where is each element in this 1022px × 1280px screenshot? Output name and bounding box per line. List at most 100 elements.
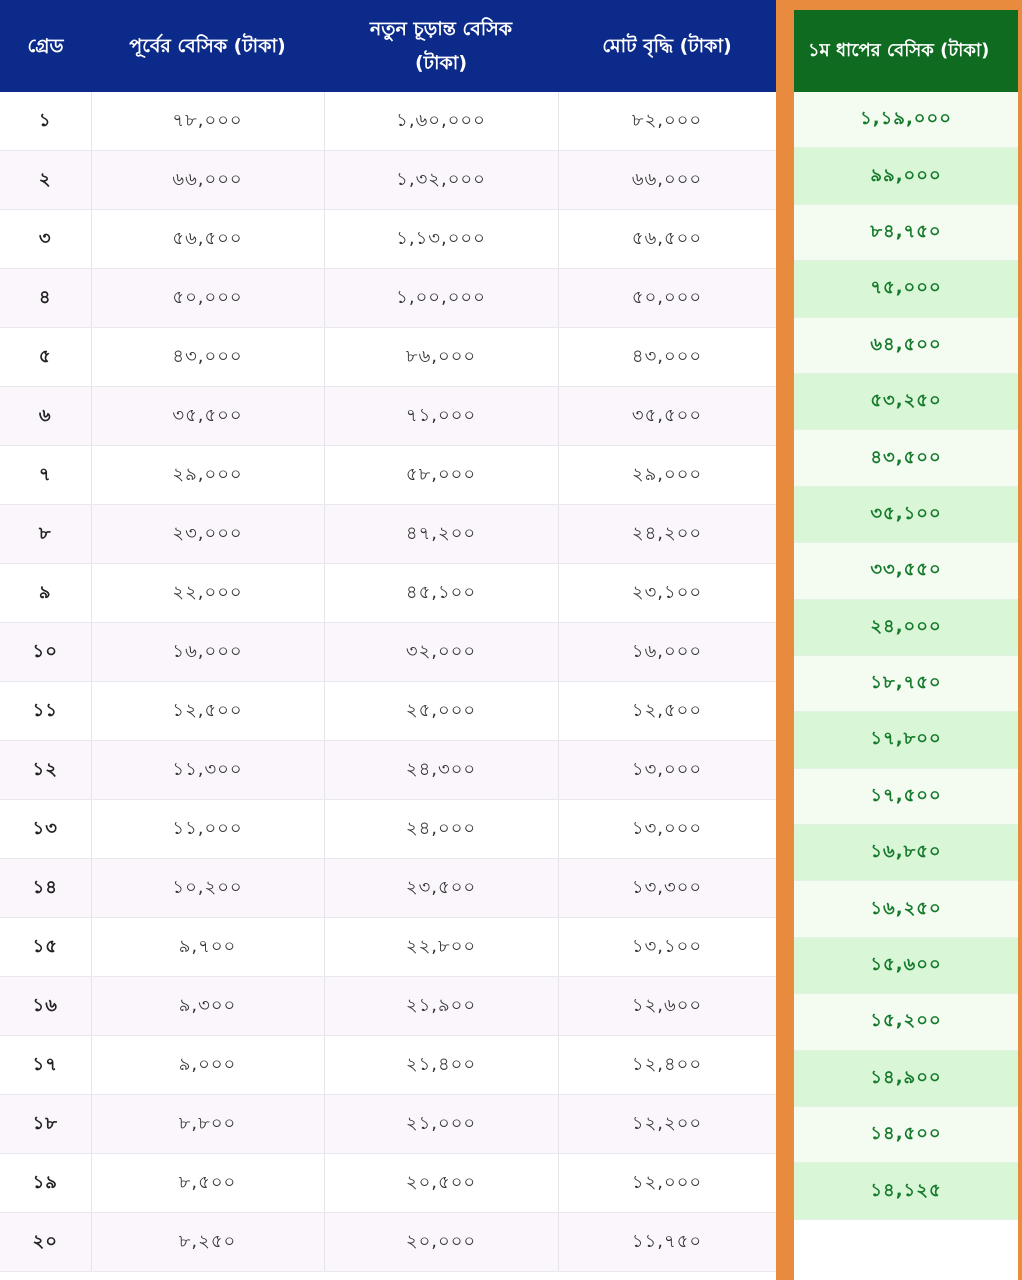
cell-first-phase-basic: ১,১৯,০০০ <box>794 92 1018 149</box>
cell-first-phase-basic: ৯৯,০০০ <box>794 148 1018 205</box>
table-row: ৪ ৫০,০০০ ১,০০,০০০ ৫০,০০০ <box>0 268 777 328</box>
cell-new-final-basic: ৩২,০০০ <box>324 622 559 682</box>
cell-grade: ১১ <box>0 681 92 741</box>
cell-new-final-basic: ৪৭,২০০ <box>324 504 559 564</box>
cell-previous-basic: ৪৩,০০০ <box>91 327 325 387</box>
header-previous-basic: পূর্বের বেসিক (টাকা) <box>91 0 324 92</box>
cell-total-increase: ১৩,১০০ <box>558 917 777 977</box>
cell-new-final-basic: ২২,৮০০ <box>324 917 559 977</box>
cell-first-phase-basic: ৮৪,৭৫০ <box>794 204 1018 262</box>
cell-previous-basic: ৩৫,৫০০ <box>91 386 325 446</box>
table-body: ১ ৭৮,০০০ ১,৬০,০০০ ৮২,০০০ ২ ৬৬,০০০ ১,৩২,০০০ ৬৬,০… <box>0 92 777 1272</box>
cell-first-phase-basic: ১৪,৯০০ <box>794 1050 1018 1108</box>
cell-grade: ৩ <box>0 209 92 269</box>
table-row: ১৮ ৮,৮০০ ২১,০০০ ১২,২০০ <box>0 1094 777 1154</box>
header-new-final-basic: নতুন চূড়ান্ত বেসিক (টাকা) <box>324 0 558 92</box>
cell-grade: ১২ <box>0 740 92 800</box>
cell-first-phase-basic: ৬৪,৫০০ <box>794 317 1018 374</box>
table-row: ১ ৭৮,০০০ ১,৬০,০০০ ৮২,০০০ <box>0 92 777 151</box>
cell-total-increase: ১২,৫০০ <box>558 681 777 741</box>
cell-first-phase-basic: ৩৩,৫৫০ <box>794 543 1018 600</box>
table-row: ১৯ ৮,৫০০ ২০,৫০০ ১২,০০০ <box>0 1153 777 1213</box>
cell-new-final-basic: ১,৬০,০০০ <box>324 92 559 151</box>
cell-grade: ১৭ <box>0 1035 92 1095</box>
cell-new-final-basic: ৫৮,০০০ <box>324 445 559 505</box>
cell-previous-basic: ১০,২০০ <box>91 858 325 918</box>
cell-total-increase: ১২,৬০০ <box>558 976 777 1036</box>
table-row: ১৫ ৯,৭০০ ২২,৮০০ ১৩,১০০ <box>0 917 777 977</box>
cell-new-final-basic: ২৫,০০০ <box>324 681 559 741</box>
cell-total-increase: ১৩,৩০০ <box>558 858 777 918</box>
cell-new-final-basic: ২০,৫০০ <box>324 1153 559 1213</box>
table-row: ১২ ১১,৩০০ ২৪,৩০০ ১৩,০০০ <box>0 740 777 800</box>
cell-total-increase: ২৩,১০০ <box>558 563 777 623</box>
header-new-final-basic-line2: (টাকা) <box>414 52 468 74</box>
cell-first-phase-basic: ৩৫,১০০ <box>794 486 1018 544</box>
cell-new-final-basic: ৭১,০০০ <box>324 386 559 446</box>
cell-first-phase-basic: ১৭,৮০০ <box>794 712 1018 769</box>
cell-previous-basic: ২৩,০০০ <box>91 504 325 564</box>
cell-previous-basic: ৫০,০০০ <box>91 268 325 328</box>
cell-grade: ৯ <box>0 563 92 623</box>
cell-total-increase: ৩৫,৫০০ <box>558 386 777 446</box>
cell-grade: ১৪ <box>0 858 92 918</box>
cell-previous-basic: ২৯,০০০ <box>91 445 325 505</box>
table-row: ১৬ ৯,৩০০ ২১,৯০০ ১২,৬০০ <box>0 976 777 1036</box>
cell-total-increase: ১৩,০০০ <box>558 799 777 859</box>
cell-grade: ৪ <box>0 268 92 328</box>
cell-first-phase-basic: ১৬,৮৫০ <box>794 825 1018 882</box>
cell-total-increase: ৮২,০০০ <box>558 92 777 151</box>
cell-previous-basic: ১১,০০০ <box>91 799 325 859</box>
cell-total-increase: ৬৬,০০০ <box>558 150 777 210</box>
cell-previous-basic: ৮,২৫০ <box>91 1212 325 1272</box>
cell-previous-basic: ৭৮,০০০ <box>91 92 325 151</box>
cell-grade: ৮ <box>0 504 92 564</box>
cell-previous-basic: ৫৬,৫০০ <box>91 209 325 269</box>
cell-grade: ২০ <box>0 1212 92 1272</box>
cell-total-increase: ১২,০০০ <box>558 1153 777 1213</box>
cell-first-phase-basic: ১৭,৫০০ <box>794 768 1018 826</box>
cell-previous-basic: ৮,৫০০ <box>91 1153 325 1213</box>
first-phase-column: ১ম ধাপের বেসিক (টাকা) ১,১৯,০০০ ৯৯,০০০ ৮৪,৭… <box>794 10 1018 1280</box>
table-row: ২০ ৮,২৫০ ২০,০০০ ১১,৭৫০ <box>0 1212 777 1272</box>
cell-grade: ১৫ <box>0 917 92 977</box>
cell-grade: ১৯ <box>0 1153 92 1213</box>
table-row: ১১ ১২,৫০০ ২৫,০০০ ১২,৫০০ <box>0 681 777 741</box>
cell-grade: ১৩ <box>0 799 92 859</box>
header-total-increase: মোট বৃদ্ধি (টাকা) <box>558 0 776 92</box>
cell-previous-basic: ৯,৭০০ <box>91 917 325 977</box>
cell-grade: ১৮ <box>0 1094 92 1154</box>
cell-first-phase-basic: ১৫,৬০০ <box>794 937 1018 995</box>
cell-first-phase-basic: ৪৩,৫০০ <box>794 430 1018 487</box>
cell-grade: ৫ <box>0 327 92 387</box>
table-row: ৯ ২২,০০০ ৪৫,১০০ ২৩,১০০ <box>0 563 777 623</box>
table-row: ৮ ২৩,০০০ ৪৭,২০০ ২৪,২০০ <box>0 504 777 564</box>
first-phase-values: ১,১৯,০০০ ৯৯,০০০ ৮৪,৭৫০ ৭৫,০০০ ৬৪,৫০০ ৫৩,২৫০ ৪৩… <box>794 92 1018 1220</box>
cell-previous-basic: ১২,৫০০ <box>91 681 325 741</box>
cell-first-phase-basic: ১৪,১২৫ <box>794 1163 1018 1220</box>
table-row: ৭ ২৯,০০০ ৫৮,০০০ ২৯,০০০ <box>0 445 777 505</box>
cell-previous-basic: ৮,৮০০ <box>91 1094 325 1154</box>
cell-grade: ২ <box>0 150 92 210</box>
header-new-final-basic-line1: নতুন চূড়ান্ত বেসিক <box>369 18 513 40</box>
table-row: ১৩ ১১,০০০ ২৪,০০০ ১৩,০০০ <box>0 799 777 859</box>
cell-new-final-basic: ২১,৯০০ <box>324 976 559 1036</box>
cell-first-phase-basic: ১৮,৭৫০ <box>794 655 1018 713</box>
cell-first-phase-basic: ৫৩,২৫০ <box>794 373 1018 431</box>
cell-total-increase: ৫৬,৫০০ <box>558 209 777 269</box>
cell-new-final-basic: ১,০০,০০০ <box>324 268 559 328</box>
table-header-row: গ্রেড পূর্বের বেসিক (টাকা) নতুন চূড়ান্ত… <box>0 0 776 92</box>
table-row: ৫ ৪৩,০০০ ৮৬,০০০ ৪৩,০০০ <box>0 327 777 387</box>
cell-grade: ৭ <box>0 445 92 505</box>
cell-previous-basic: ২২,০০০ <box>91 563 325 623</box>
cell-grade: ১০ <box>0 622 92 682</box>
cell-total-increase: ১১,৭৫০ <box>558 1212 777 1272</box>
cell-new-final-basic: ৮৬,০০০ <box>324 327 559 387</box>
table-row: ৩ ৫৬,৫০০ ১,১৩,০০০ ৫৬,৫০০ <box>0 209 777 269</box>
cell-new-final-basic: ২১,০০০ <box>324 1094 559 1154</box>
table-row: ৬ ৩৫,৫০০ ৭১,০০০ ৩৫,৫০০ <box>0 386 777 446</box>
cell-new-final-basic: ৪৫,১০০ <box>324 563 559 623</box>
cell-grade: ৬ <box>0 386 92 446</box>
cell-grade: ১ <box>0 92 92 151</box>
cell-total-increase: ১২,২০০ <box>558 1094 777 1154</box>
